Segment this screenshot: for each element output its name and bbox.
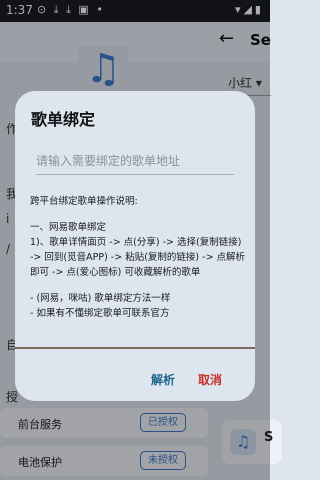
instruction-note: - (网易，咪咕) 歌单绑定方法一样 [30,293,171,304]
playlist-url-input[interactable] [36,147,234,175]
cancel-button[interactable]: 取消 [198,371,222,388]
playlist-bind-dialog: 歌单绑定 跨平台绑定歌单操作说明: 一、网易歌单绑定 1)、歌单详情面页 -> … [15,91,255,401]
instructions-heading: 跨平台绑定歌单操作说明: [30,196,138,207]
instruction-step: -> 回到(觅音APP) -> 粘贴(复制的链接) -> 点解析 [30,252,246,263]
parse-button[interactable]: 解析 [151,371,175,388]
dialog-title: 歌单绑定 [31,110,96,129]
instructions-section-title: 一、网易歌单绑定 [30,222,107,233]
dialog-divider [15,347,255,349]
instruction-note: - 如果有不懂绑定歌单可联系官方 [30,308,170,319]
instructions-block: 跨平台绑定歌单操作说明: 一、网易歌单绑定 1)、歌单详情面页 -> 点(分享)… [30,194,252,321]
instruction-step: 即可 -> 点(爱心图标) 可收藏解析的歌单 [30,267,201,278]
instruction-step: 1)、歌单详情面页 -> 点(分享) -> 选择(复制链接) [30,237,242,248]
